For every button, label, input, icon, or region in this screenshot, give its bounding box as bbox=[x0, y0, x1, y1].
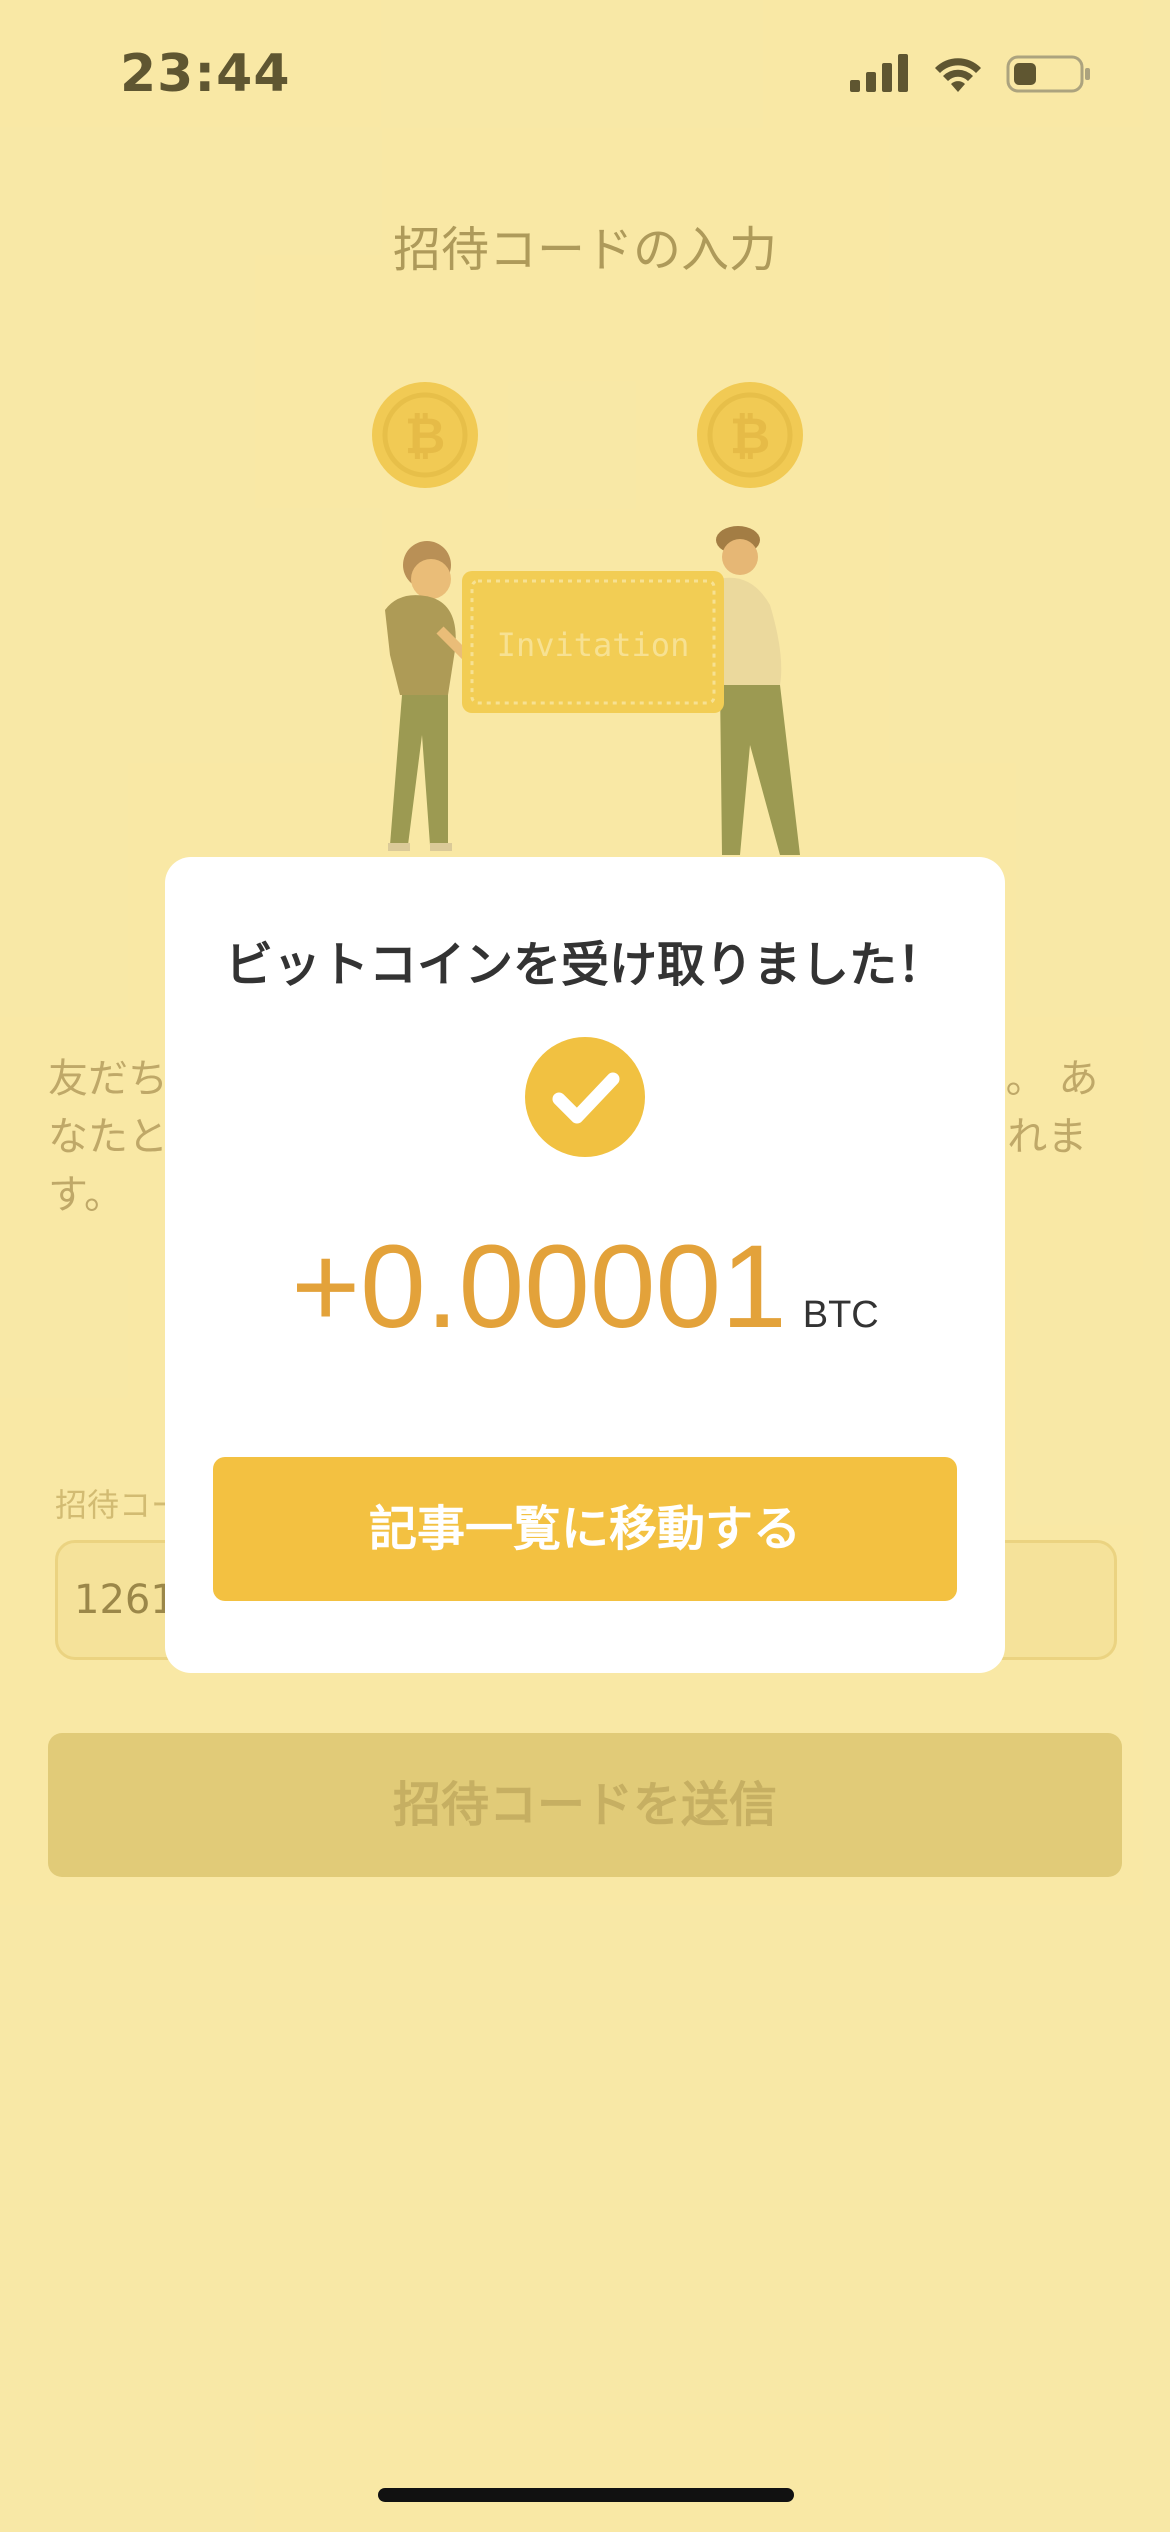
reward-modal: ビットコインを受け取りました！ +0.00001 BTC 記事一覧に移動する bbox=[165, 857, 1005, 1673]
go-to-articles-button[interactable]: 記事一覧に移動する bbox=[213, 1457, 957, 1601]
amount-value: +0.00001 bbox=[291, 1221, 787, 1353]
modal-title: ビットコインを受け取りました！ bbox=[224, 937, 945, 993]
screen: 23:44 招待コードの入力 ₿ ₿ Invitation あなたと れます。 … bbox=[0, 0, 1170, 2532]
checkmark-icon bbox=[525, 1037, 645, 1157]
home-indicator[interactable] bbox=[378, 2488, 794, 2502]
reward-amount: +0.00001 BTC bbox=[165, 1219, 1005, 1355]
amount-unit: BTC bbox=[802, 1294, 879, 1336]
